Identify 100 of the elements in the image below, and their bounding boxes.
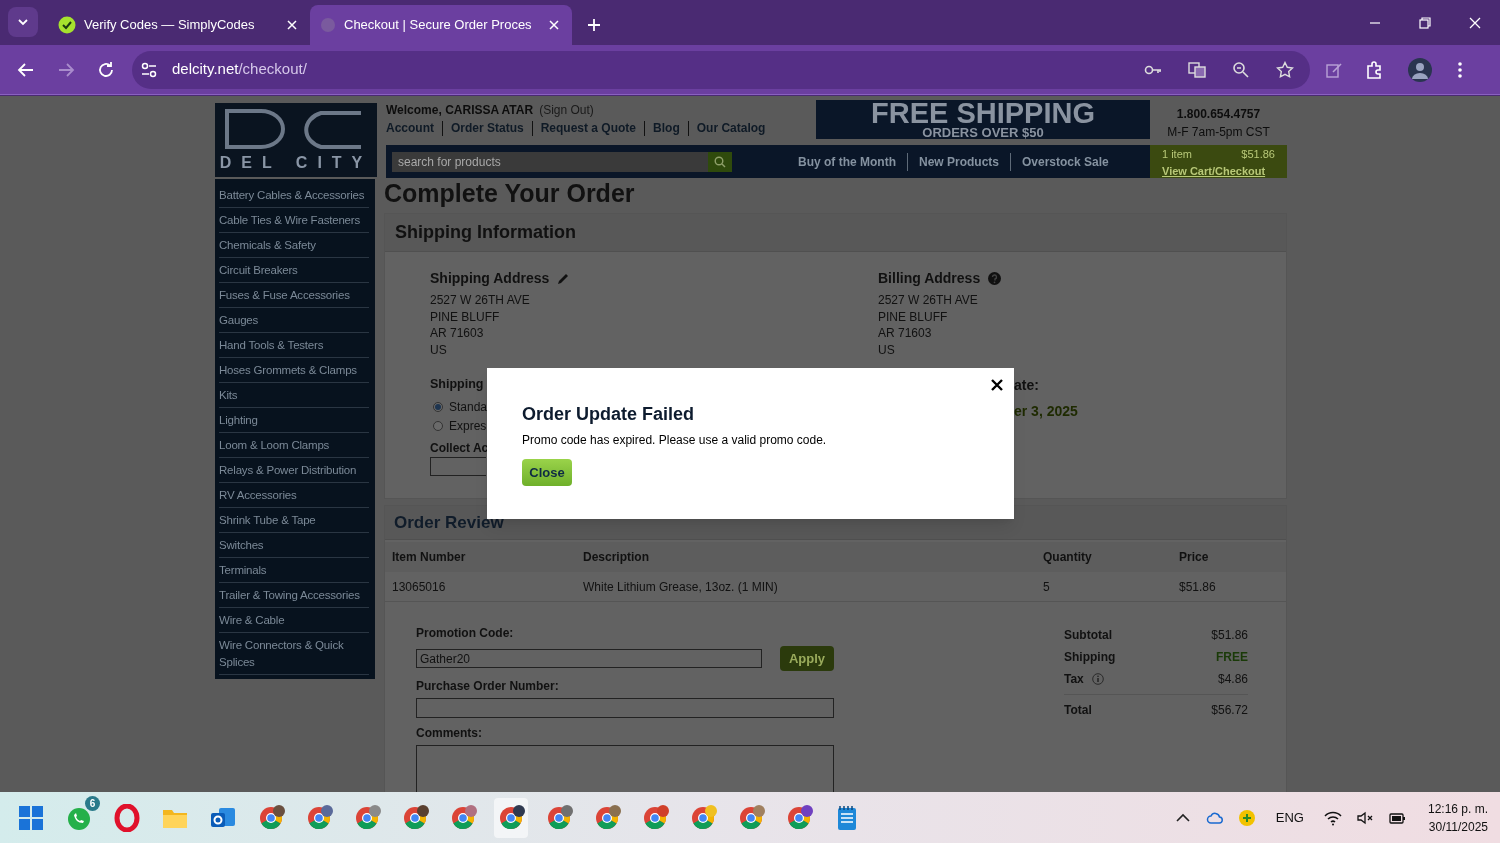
category-link[interactable]: Gauges [219, 308, 369, 333]
cart-total: $51.86 [1241, 147, 1275, 162]
browser-profile-button[interactable] [494, 797, 528, 838]
category-link[interactable]: Hand Tools & Testers [219, 333, 369, 358]
field-label: Purchase Order Number: [416, 678, 560, 695]
close-button[interactable]: Close [522, 459, 572, 486]
category-link[interactable]: Wire Connectors & Quick Splices [219, 633, 369, 675]
category-link[interactable]: Circuit Breakers [219, 258, 369, 283]
address-line: PINE BLUFF [878, 308, 949, 325]
account-field[interactable] [430, 457, 486, 476]
browser-profile-icon [449, 803, 477, 832]
category-link[interactable]: Cable Ties & Wire Fasteners [219, 208, 369, 233]
close-icon [287, 20, 297, 30]
total-value: $4.86 [1217, 671, 1248, 688]
browser-profile-icon [737, 803, 765, 832]
zoom-icon[interactable] [1232, 60, 1250, 79]
promo-link[interactable]: New Products [907, 152, 1010, 171]
tab-title: Verify Codes — SimplyCodes [84, 16, 256, 35]
collect-label: Collect Ac [430, 440, 489, 457]
pencil-square-icon [1325, 60, 1343, 79]
delivery-date: er 3, 2025 [1014, 402, 1078, 421]
category-link[interactable]: Shrink Tube & Tape [219, 508, 369, 533]
promo-link[interactable]: Overstock Sale [1010, 152, 1120, 171]
search-field[interactable]: search for products [392, 151, 708, 172]
shipping-option[interactable]: Standa [430, 397, 489, 416]
dialog-message: Promo code has expired. Please use a valid promo code. [522, 432, 828, 449]
category-link[interactable]: Relays & Power Distribution [219, 458, 369, 483]
promo-link[interactable]: Buy of the Month [787, 152, 907, 171]
close-dialog-button[interactable] [990, 378, 1004, 392]
promo-code-field[interactable]: Gather20 [416, 649, 762, 668]
category-link[interactable]: Loom & Loom Clamps [219, 433, 369, 458]
table-cell-text: 13065016 [392, 578, 447, 596]
browser-profile-icon [401, 803, 429, 832]
url-text: delcity.net/checkout/ [172, 59, 307, 80]
category-link[interactable]: Kits [219, 383, 369, 408]
purchase-order-field[interactable] [416, 698, 834, 718]
category-link[interactable]: Switches [219, 533, 369, 558]
column-header: Item Number [392, 549, 467, 566]
tab-search-button[interactable] [8, 7, 38, 37]
address-line: US [430, 341, 448, 358]
category-link[interactable]: Hoses Grommets & Clamps [219, 358, 369, 383]
welcome-text: Welcome, CARISSA ATAR [386, 102, 534, 119]
more-vertical-icon [1458, 61, 1462, 78]
help-icon[interactable] [988, 271, 1002, 285]
shipping-option[interactable]: Expres [430, 416, 489, 435]
table-cell-text: 5 [1043, 578, 1051, 596]
site-settings-icon[interactable] [140, 60, 158, 79]
browser-profile-icon [785, 803, 813, 832]
field-label: Promotion Code: [416, 625, 515, 642]
category-link[interactable]: Lighting [219, 408, 369, 433]
category-link[interactable]: Terminals [219, 558, 369, 583]
total-value: $51.86 [1211, 627, 1248, 644]
banner-subtitle: ORDERS OVER $50 [922, 126, 1044, 139]
chevron-down-icon [17, 16, 29, 28]
view-cart-link[interactable]: View Cart/Checkout [1162, 162, 1275, 179]
column-header: Description [583, 549, 650, 566]
restore-icon [1419, 16, 1431, 29]
translate-icon[interactable] [1188, 60, 1206, 79]
notification-badge: 6 [85, 795, 100, 811]
close-icon [991, 379, 1003, 391]
browser-profile-icon [545, 803, 573, 832]
category-link[interactable]: Fuses & Fuse Accessories [219, 283, 369, 308]
column-header: Quantity [1043, 549, 1093, 566]
shipping-method-label: Shipping [430, 376, 484, 393]
globe-icon [320, 17, 336, 33]
browser-tab[interactable]: Verify Codes — SimplyCodes [48, 5, 310, 45]
radio-button[interactable] [433, 401, 443, 412]
table-cell-text: $51.86 [1179, 578, 1217, 596]
category-link[interactable]: Trailer & Towing Accessories [219, 583, 369, 608]
browser-profile-icon [305, 803, 333, 832]
column-header: Price [1179, 549, 1210, 566]
puzzle-icon [1365, 60, 1383, 79]
category-link[interactable]: Chemicals & Safety [219, 233, 369, 258]
browser-profile-icon [641, 803, 669, 832]
section-heading: Order Review [394, 511, 504, 534]
apply-button[interactable]: Apply [779, 646, 834, 671]
clock-time[interactable]: 12:16 p. m. [1427, 799, 1488, 818]
search-button[interactable] [708, 151, 732, 172]
address-line: AR 71603 [878, 325, 933, 342]
category-link[interactable]: RV Accessories [219, 483, 369, 508]
language-indicator[interactable]: ENG [1275, 807, 1304, 828]
browser-profile-icon [257, 803, 285, 832]
star-icon[interactable] [1276, 60, 1294, 79]
info-icon[interactable] [1091, 673, 1104, 685]
address-line: US [878, 341, 896, 358]
logo[interactable]: DEL CITY [215, 103, 377, 177]
address-bar[interactable]: delcity.net/checkout/ [132, 50, 1310, 89]
browser-tab[interactable]: Checkout | Secure Order Proces [310, 5, 572, 45]
total-label: Tax [1064, 671, 1084, 688]
business-hours: M-F 7am-5pm CST [1167, 124, 1270, 141]
address-line: 2527 W 26TH AVE [430, 292, 531, 309]
category-link[interactable]: Battery Cables & Accessories [219, 183, 369, 208]
total-value: FREE [1216, 649, 1248, 666]
dialog-title: Order Update Failed [522, 404, 696, 424]
pencil-icon[interactable] [557, 271, 571, 285]
ring-icon [113, 803, 141, 832]
radio-button[interactable] [433, 420, 443, 431]
logo-text: DEL CITY [219, 153, 373, 173]
category-link[interactable]: Wire & Cable [219, 608, 369, 633]
clock-date[interactable]: 30/11/2025 [1428, 817, 1488, 836]
